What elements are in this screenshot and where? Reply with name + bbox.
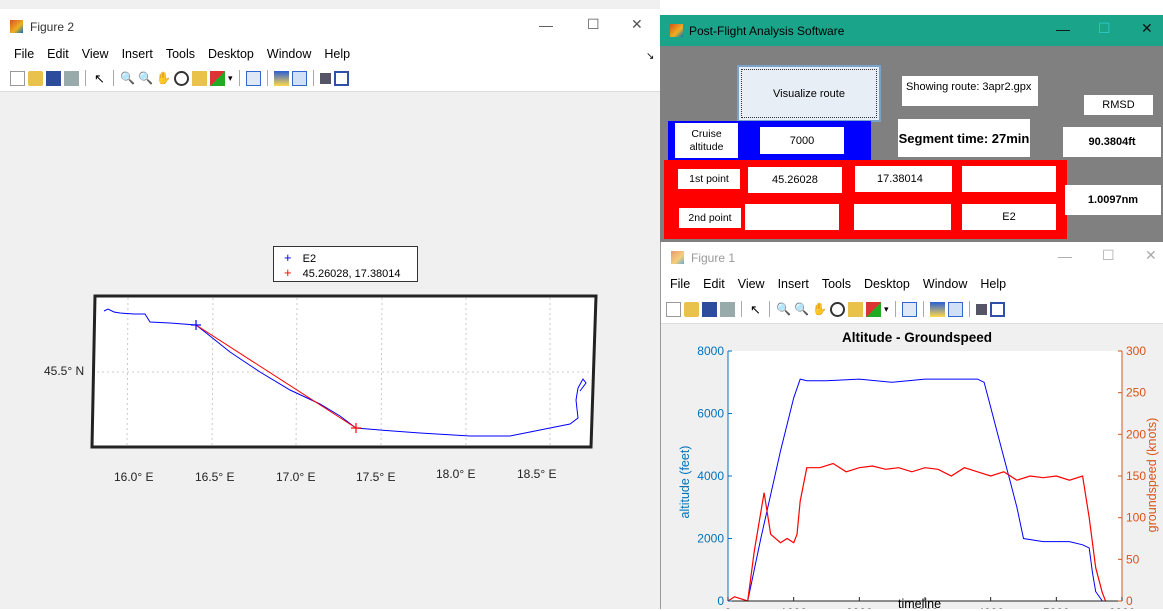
first-point-label: 1st point: [678, 169, 740, 189]
menu-view[interactable]: View: [738, 277, 765, 291]
figure2-window: Figure 2 — ☐ ✕ File Edit View Insert Tools De…: [0, 0, 660, 609]
lon-tick-label: 17.5° E: [356, 470, 396, 484]
save-icon[interactable]: [702, 301, 717, 317]
figure1-toolbar: ↖ 🔍 🔍 ✋ ▾: [661, 295, 1163, 324]
second-lat-input[interactable]: [745, 204, 839, 230]
y2-axis-label: groundspeed (knots): [1145, 417, 1159, 533]
zoom-in-icon[interactable]: 🔍: [776, 302, 791, 317]
rmsd-feet-value: 90.3804ft: [1063, 127, 1161, 157]
lon-tick-label: 17.0° E: [276, 470, 316, 484]
app-title: Post-Flight Analysis Software: [689, 24, 845, 38]
figure1-window: Figure 1 — ☐ ✕ File Edit View Insert Tools De…: [660, 242, 1163, 609]
second-lon-input[interactable]: [854, 204, 951, 230]
close-button[interactable]: ✕: [1145, 247, 1157, 264]
segment-time-text: Segment time: 27min: [898, 119, 1030, 157]
colorbar-icon[interactable]: [929, 301, 945, 317]
figure1-menubar: File Edit View Insert Tools Desktop Window Help: [661, 273, 1163, 295]
chart-title: Altitude - Groundspeed: [842, 330, 992, 345]
lon-tick-label: 18.5° E: [517, 467, 557, 481]
rmsd-label: RMSD: [1084, 95, 1153, 115]
app-maximize-button[interactable]: ☐: [1098, 20, 1111, 37]
menu-desktop[interactable]: Desktop: [864, 277, 910, 291]
brush-icon[interactable]: [866, 301, 881, 317]
app-minimize-button[interactable]: —: [1056, 21, 1070, 37]
menu-window[interactable]: Window: [923, 277, 967, 291]
menu-file[interactable]: File: [670, 277, 690, 291]
visualize-route-button[interactable]: Visualize route: [737, 65, 881, 122]
y-axis-label: altitude (feet): [678, 445, 692, 519]
lon-tick-label: 16.0° E: [114, 470, 154, 484]
lon-tick-label: 18.0° E: [436, 467, 476, 481]
print-icon[interactable]: [720, 301, 735, 317]
rotate-icon[interactable]: [830, 301, 845, 317]
first-lon-input[interactable]: 17.38014: [855, 166, 952, 192]
hide-plot-tools-icon[interactable]: [975, 303, 987, 315]
pan-icon[interactable]: ✋: [812, 302, 827, 317]
app-close-button[interactable]: ✕: [1141, 20, 1153, 37]
legend-icon[interactable]: [947, 301, 963, 317]
second-name-input[interactable]: E2: [962, 204, 1056, 230]
open-file-icon[interactable]: [684, 301, 699, 317]
show-plot-tools-icon[interactable]: [989, 301, 1005, 317]
matlab-logo-icon: [670, 24, 683, 37]
chevron-down-icon[interactable]: ▾: [884, 304, 889, 315]
lat-tick-label: 45.5° N: [44, 364, 85, 378]
rmsd-nm-value: 1.0097nm: [1065, 185, 1161, 215]
first-lat-input[interactable]: 45.26028: [748, 167, 842, 193]
minimize-button[interactable]: —: [1058, 248, 1072, 264]
menu-edit[interactable]: Edit: [703, 277, 725, 291]
cruise-altitude-input[interactable]: 7000: [760, 127, 844, 154]
first-extra-input[interactable]: [962, 166, 1056, 192]
link-plot-icon[interactable]: [901, 301, 917, 317]
second-point-label: 2nd point: [679, 208, 741, 228]
figure1-titlebar: Figure 1 — ☐ ✕: [661, 242, 1163, 273]
maximize-button[interactable]: ☐: [1102, 247, 1115, 264]
new-figure-icon[interactable]: [666, 301, 681, 317]
menu-insert[interactable]: Insert: [778, 277, 809, 291]
menu-tools[interactable]: Tools: [822, 277, 851, 291]
pointer-icon[interactable]: ↖: [748, 302, 763, 317]
matlab-logo-icon: [671, 251, 684, 264]
app-window: Post-Flight Analysis Software — ☐ ✕ Visu…: [660, 15, 1163, 242]
map-frame: [90, 294, 598, 449]
data-cursor-icon[interactable]: [848, 301, 863, 317]
lon-tick-label: 16.5° E: [195, 470, 235, 484]
cruise-altitude-label: Cruise altitude: [675, 123, 738, 158]
app-titlebar: Post-Flight Analysis Software — ☐ ✕: [660, 15, 1163, 46]
menu-help[interactable]: Help: [980, 277, 1006, 291]
zoom-out-icon[interactable]: 🔍: [794, 302, 809, 317]
figure1-title: Figure 1: [691, 251, 736, 265]
route-map[interactable]: [0, 0, 660, 609]
showing-route-text: Showing route: 3apr2.gpx: [902, 76, 1038, 106]
